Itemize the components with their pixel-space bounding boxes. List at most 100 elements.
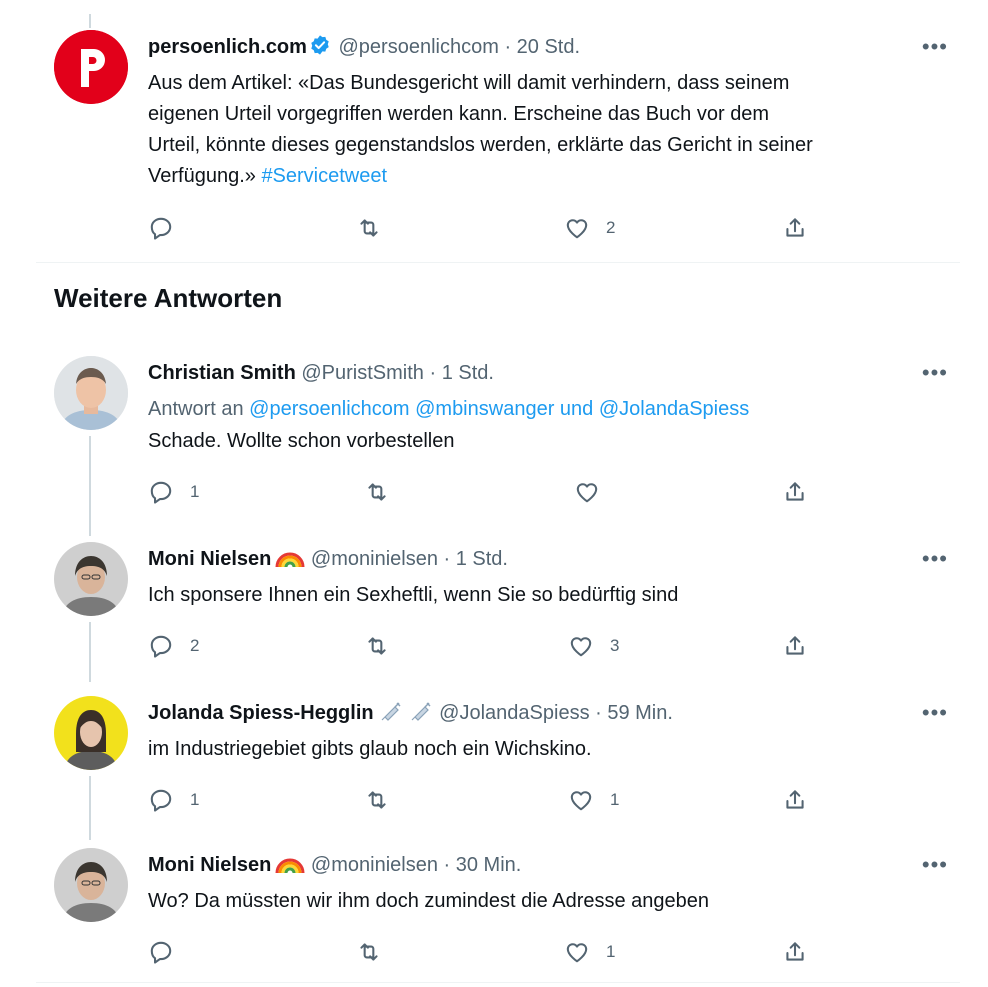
author-name[interactable]: persoenlich.com bbox=[148, 36, 307, 58]
share-button[interactable] bbox=[782, 214, 808, 242]
tweet-text: Schade. Wollte schon vorbestellen bbox=[148, 430, 455, 452]
avatar-photo-icon bbox=[54, 356, 128, 430]
avatar-photo-icon bbox=[54, 848, 128, 922]
tweet-time[interactable]: · 1 Std. bbox=[444, 548, 508, 570]
reply-context: Antwort an @persoenlichcom @mbinswanger … bbox=[148, 394, 948, 425]
tweet[interactable]: persoenlich.com @persoenlichcom · 20 Std… bbox=[0, 0, 988, 262]
tweet-time[interactable]: · 30 Min. bbox=[444, 854, 522, 876]
more-options-button[interactable]: ••• bbox=[918, 700, 948, 725]
retweet-icon bbox=[368, 483, 386, 501]
share-icon bbox=[786, 218, 804, 237]
heart-icon bbox=[576, 483, 598, 503]
verified-badge-icon bbox=[309, 34, 331, 63]
tweet-time[interactable]: · 1 Std. bbox=[429, 362, 493, 384]
tweet-text: Ich sponsere Ihnen ein Sexheftli, wenn S… bbox=[148, 584, 679, 606]
avatar[interactable] bbox=[54, 696, 128, 770]
retweet-icon bbox=[360, 219, 378, 237]
tweet[interactable]: Christian Smith @PuristSmith · 1 Std. ••… bbox=[0, 352, 988, 522]
tweet-text: Aus dem Artikel: «Das Bundesgericht will… bbox=[148, 68, 948, 192]
reply-icon bbox=[150, 789, 172, 812]
share-icon bbox=[786, 636, 804, 655]
syringe-emoji-icon bbox=[378, 701, 404, 730]
divider bbox=[36, 262, 960, 263]
like-button[interactable] bbox=[574, 478, 616, 506]
retweet-button[interactable] bbox=[364, 632, 406, 660]
reply-count: 1 bbox=[190, 482, 200, 501]
retweet-button[interactable] bbox=[356, 938, 398, 966]
tweet-actions: 1 bbox=[148, 478, 818, 506]
syringe-emoji-icon bbox=[408, 701, 434, 730]
like-button[interactable]: 2 bbox=[564, 214, 615, 242]
avatar[interactable] bbox=[54, 848, 128, 922]
reply-button[interactable] bbox=[148, 938, 190, 966]
avatar[interactable] bbox=[54, 542, 128, 616]
reply-icon bbox=[150, 635, 172, 658]
like-button[interactable]: 3 bbox=[568, 632, 619, 660]
tweet[interactable]: Moni Nielsen @moninielsen · 1 Std. ••• I… bbox=[0, 540, 988, 680]
tweet-text-line: eigenen Urteil vorgegriffen werden kann.… bbox=[148, 103, 770, 125]
author-handle[interactable]: @moninielsen bbox=[311, 854, 438, 876]
tweet-actions: 1 bbox=[148, 938, 818, 966]
reply-icon bbox=[150, 481, 172, 504]
persoenlich-logo-icon bbox=[54, 30, 128, 104]
retweet-icon bbox=[368, 637, 386, 655]
retweet-button[interactable] bbox=[356, 214, 398, 242]
tweet[interactable]: Moni Nielsen @moninielsen · 30 Min. ••• … bbox=[0, 846, 988, 986]
retweet-button[interactable] bbox=[364, 478, 406, 506]
more-options-button[interactable]: ••• bbox=[918, 852, 948, 877]
reply-prefix: Antwort an bbox=[148, 398, 244, 420]
author-name[interactable]: Jolanda Spiess-Hegglin bbox=[148, 702, 374, 724]
author-handle[interactable]: @moninielsen bbox=[311, 548, 438, 570]
reply-button[interactable] bbox=[148, 214, 190, 242]
reply-button[interactable]: 1 bbox=[148, 478, 199, 506]
reply-button[interactable]: 2 bbox=[148, 632, 199, 660]
reply-button[interactable]: 1 bbox=[148, 786, 199, 814]
share-icon bbox=[786, 942, 804, 961]
tweet-text-line: Verfügung.» #Servicetweet bbox=[148, 161, 948, 192]
retweet-icon bbox=[360, 943, 378, 961]
more-options-button[interactable]: ••• bbox=[918, 360, 948, 385]
author-handle[interactable]: @PuristSmith bbox=[301, 362, 424, 384]
tweet-actions: 2 bbox=[148, 214, 818, 242]
tweet-header: Jolanda Spiess-Hegglin @JolandaSpiess · … bbox=[148, 700, 673, 726]
retweet-icon bbox=[368, 791, 386, 809]
share-icon bbox=[786, 790, 804, 809]
retweet-button[interactable] bbox=[364, 786, 406, 814]
author-handle[interactable]: @JolandaSpiess bbox=[439, 702, 589, 724]
tweet-header: Moni Nielsen @moninielsen · 1 Std. bbox=[148, 546, 508, 572]
tweet-actions: 2 3 bbox=[148, 632, 818, 660]
avatar[interactable] bbox=[54, 356, 128, 430]
more-options-button[interactable]: ••• bbox=[918, 546, 948, 571]
reply-count: 2 bbox=[190, 636, 200, 655]
tweet-time[interactable]: · 59 Min. bbox=[595, 702, 673, 724]
rainbow-emoji-icon bbox=[275, 853, 305, 882]
like-button[interactable]: 1 bbox=[568, 786, 619, 814]
heart-icon bbox=[570, 791, 592, 811]
reply-mentions-link[interactable]: @persoenlichcom @mbinswanger und @Joland… bbox=[249, 398, 749, 420]
avatar-photo-icon bbox=[54, 542, 128, 616]
tweet-text: im Industriegebiet gibts glaub noch ein … bbox=[148, 738, 592, 760]
reply-icon bbox=[150, 941, 172, 964]
author-name[interactable]: Christian Smith bbox=[148, 362, 296, 384]
tweet-actions: 1 1 bbox=[148, 786, 818, 814]
heart-icon bbox=[566, 943, 588, 963]
tweet-text-line: Aus dem Artikel: «Das Bundesgericht will… bbox=[148, 72, 790, 94]
author-name[interactable]: Moni Nielsen bbox=[148, 548, 271, 570]
reply-icon bbox=[150, 217, 172, 240]
more-options-button[interactable]: ••• bbox=[918, 34, 948, 59]
rainbow-emoji-icon bbox=[275, 547, 305, 576]
hashtag-link[interactable]: #Servicetweet bbox=[261, 165, 387, 187]
avatar[interactable] bbox=[54, 30, 128, 104]
share-button[interactable] bbox=[782, 478, 808, 506]
author-handle[interactable]: @persoenlichcom bbox=[339, 36, 499, 58]
share-button[interactable] bbox=[782, 786, 808, 814]
like-button[interactable]: 1 bbox=[564, 938, 615, 966]
tweet-header: persoenlich.com @persoenlichcom · 20 Std… bbox=[148, 34, 580, 60]
like-count: 1 bbox=[610, 790, 620, 809]
tweet[interactable]: Jolanda Spiess-Hegglin @JolandaSpiess · … bbox=[0, 692, 988, 832]
author-name[interactable]: Moni Nielsen bbox=[148, 854, 271, 876]
share-button[interactable] bbox=[782, 632, 808, 660]
share-button[interactable] bbox=[782, 938, 808, 966]
tweet-time[interactable]: · 20 Std. bbox=[504, 36, 580, 58]
divider bbox=[36, 982, 960, 983]
